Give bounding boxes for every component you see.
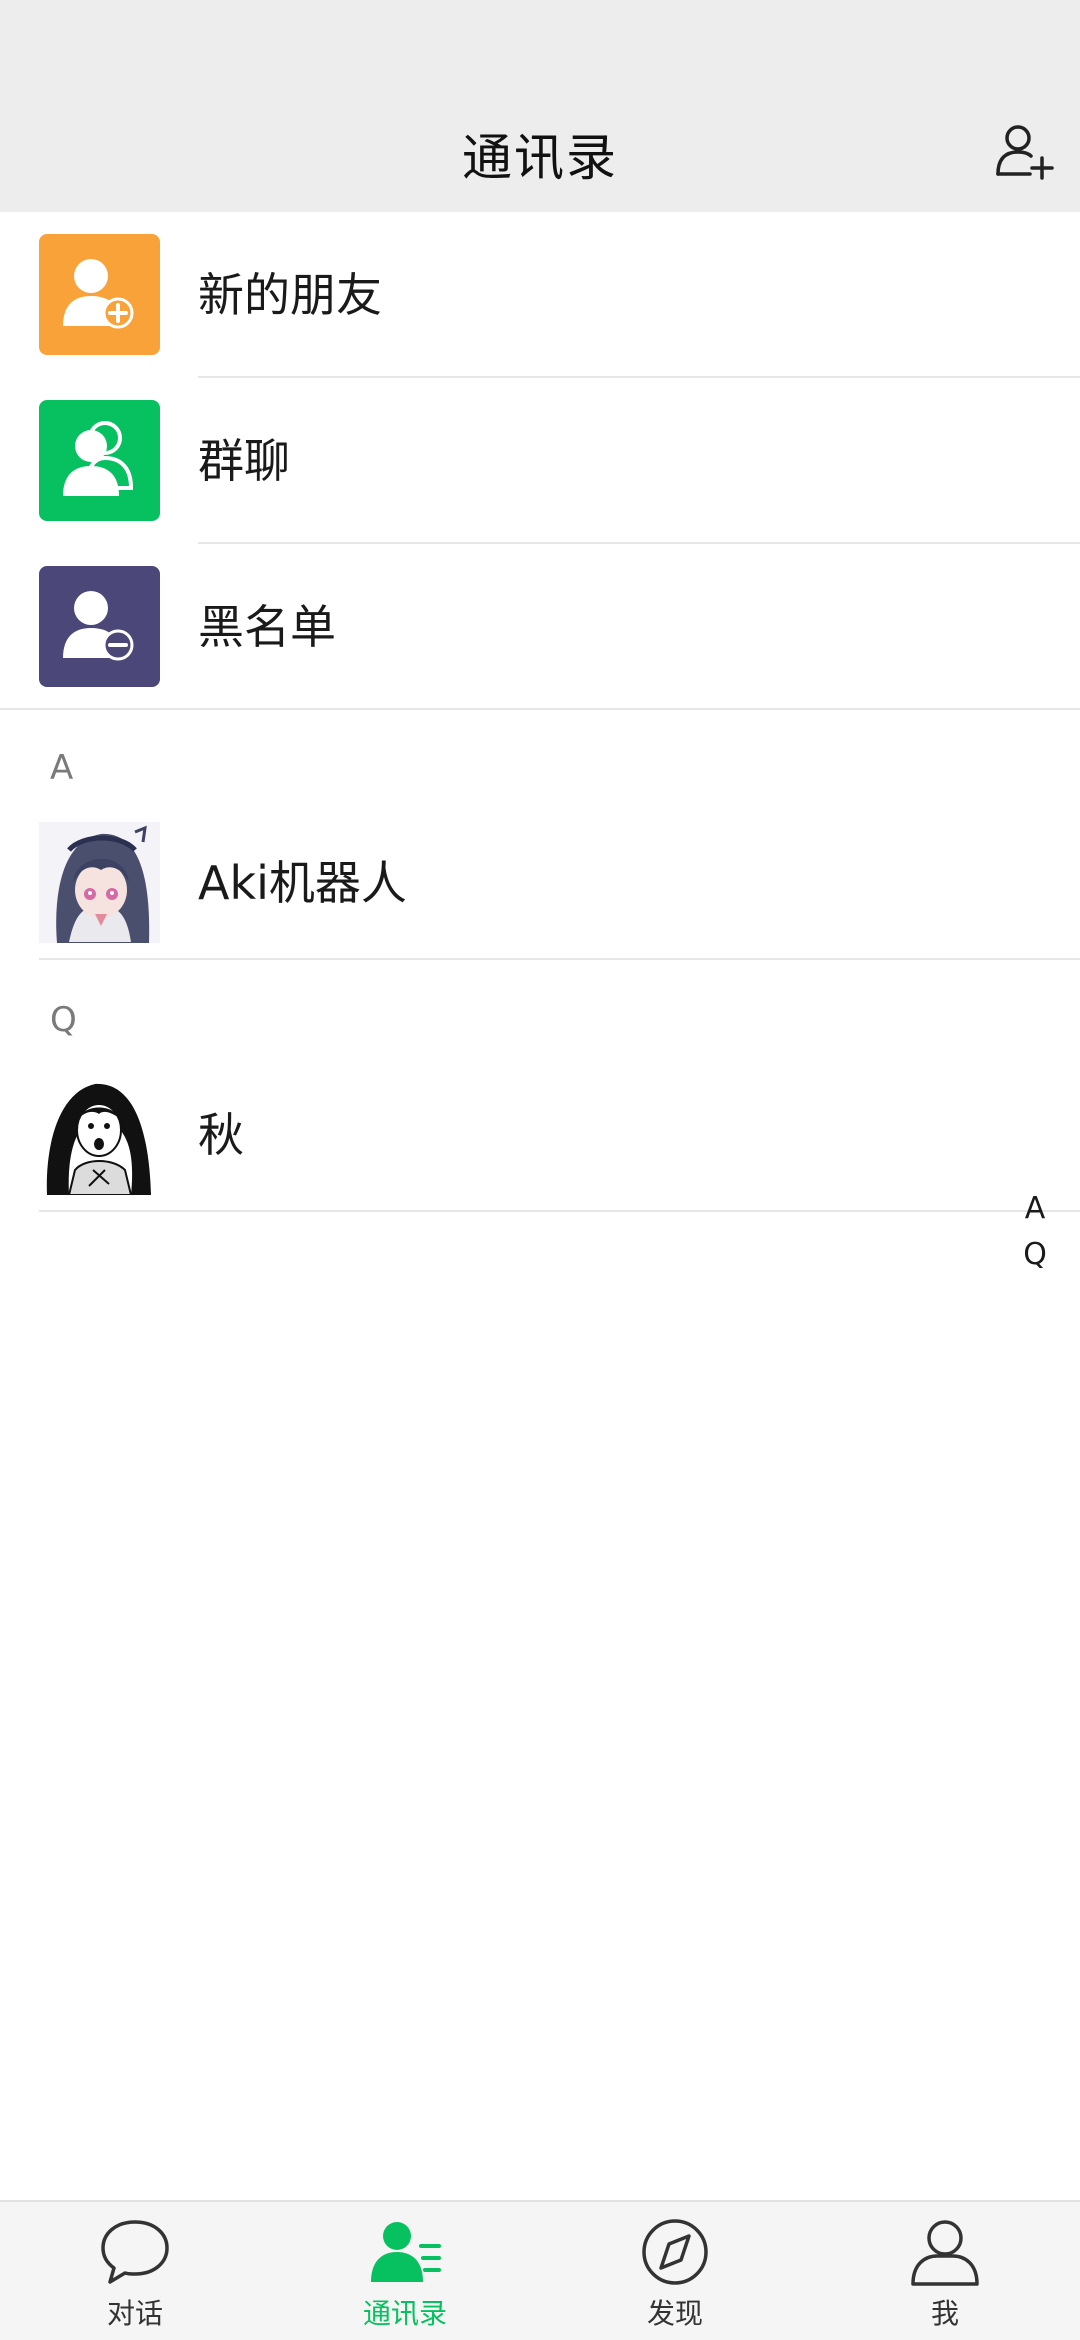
nav-label-chats: 对话 bbox=[106, 2297, 163, 2330]
nav-tab-contacts[interactable]: 通讯录 bbox=[270, 2202, 540, 2340]
contact-name: Aki机器人 bbox=[198, 856, 407, 910]
contact-row[interactable]: Aki机器人 bbox=[0, 808, 1080, 974]
blacklist-entry[interactable]: 黑名单 bbox=[0, 544, 1080, 710]
contact-avatar bbox=[39, 822, 160, 943]
chat-bubble-icon bbox=[101, 2220, 169, 2284]
nav-label-me: 我 bbox=[930, 2297, 959, 2330]
group-chats-label: 群聊 bbox=[198, 434, 290, 488]
top-bar: 通讯录 bbox=[0, 0, 1080, 212]
index-letter[interactable]: A bbox=[1010, 1186, 1060, 1232]
index-letter[interactable]: Q bbox=[1010, 1232, 1060, 1278]
alphabet-index[interactable]: A Q bbox=[1010, 1186, 1060, 1278]
nav-tab-chats[interactable]: 对话 bbox=[0, 2202, 270, 2340]
manga-girl-avatar bbox=[39, 1074, 160, 1195]
new-friend-icon bbox=[39, 234, 160, 355]
divider bbox=[39, 958, 1080, 960]
compass-icon bbox=[642, 2219, 708, 2285]
profile-icon bbox=[911, 2220, 979, 2286]
nav-tab-me[interactable]: 我 bbox=[810, 2202, 1080, 2340]
new-friends-entry[interactable]: 新的朋友 bbox=[0, 212, 1080, 378]
nav-tab-discover[interactable]: 发现 bbox=[540, 2202, 810, 2340]
contact-avatar bbox=[39, 1074, 160, 1195]
contacts-icon bbox=[371, 2222, 441, 2282]
contact-row[interactable]: 秋 bbox=[0, 1060, 1080, 1226]
page-title: 通讯录 bbox=[462, 129, 618, 187]
nav-label-contacts: 通讯录 bbox=[362, 2297, 447, 2330]
contact-name: 秋 bbox=[198, 1108, 244, 1162]
group-chats-entry[interactable]: 群聊 bbox=[0, 378, 1080, 544]
section-header-q: Q bbox=[50, 1000, 77, 1040]
divider bbox=[0, 708, 1080, 710]
section-header-a: A bbox=[50, 748, 74, 788]
add-contact-icon[interactable] bbox=[992, 118, 1056, 182]
anime-girl-avatar bbox=[39, 822, 160, 943]
bottom-nav: 对话 通讯录 发现 我 bbox=[0, 2200, 1080, 2340]
new-friends-label: 新的朋友 bbox=[198, 268, 382, 322]
blacklist-label: 黑名单 bbox=[198, 600, 336, 654]
blacklist-icon bbox=[39, 566, 160, 687]
nav-label-discover: 发现 bbox=[646, 2297, 703, 2330]
divider bbox=[39, 1210, 1080, 1212]
group-chat-icon bbox=[39, 400, 160, 521]
